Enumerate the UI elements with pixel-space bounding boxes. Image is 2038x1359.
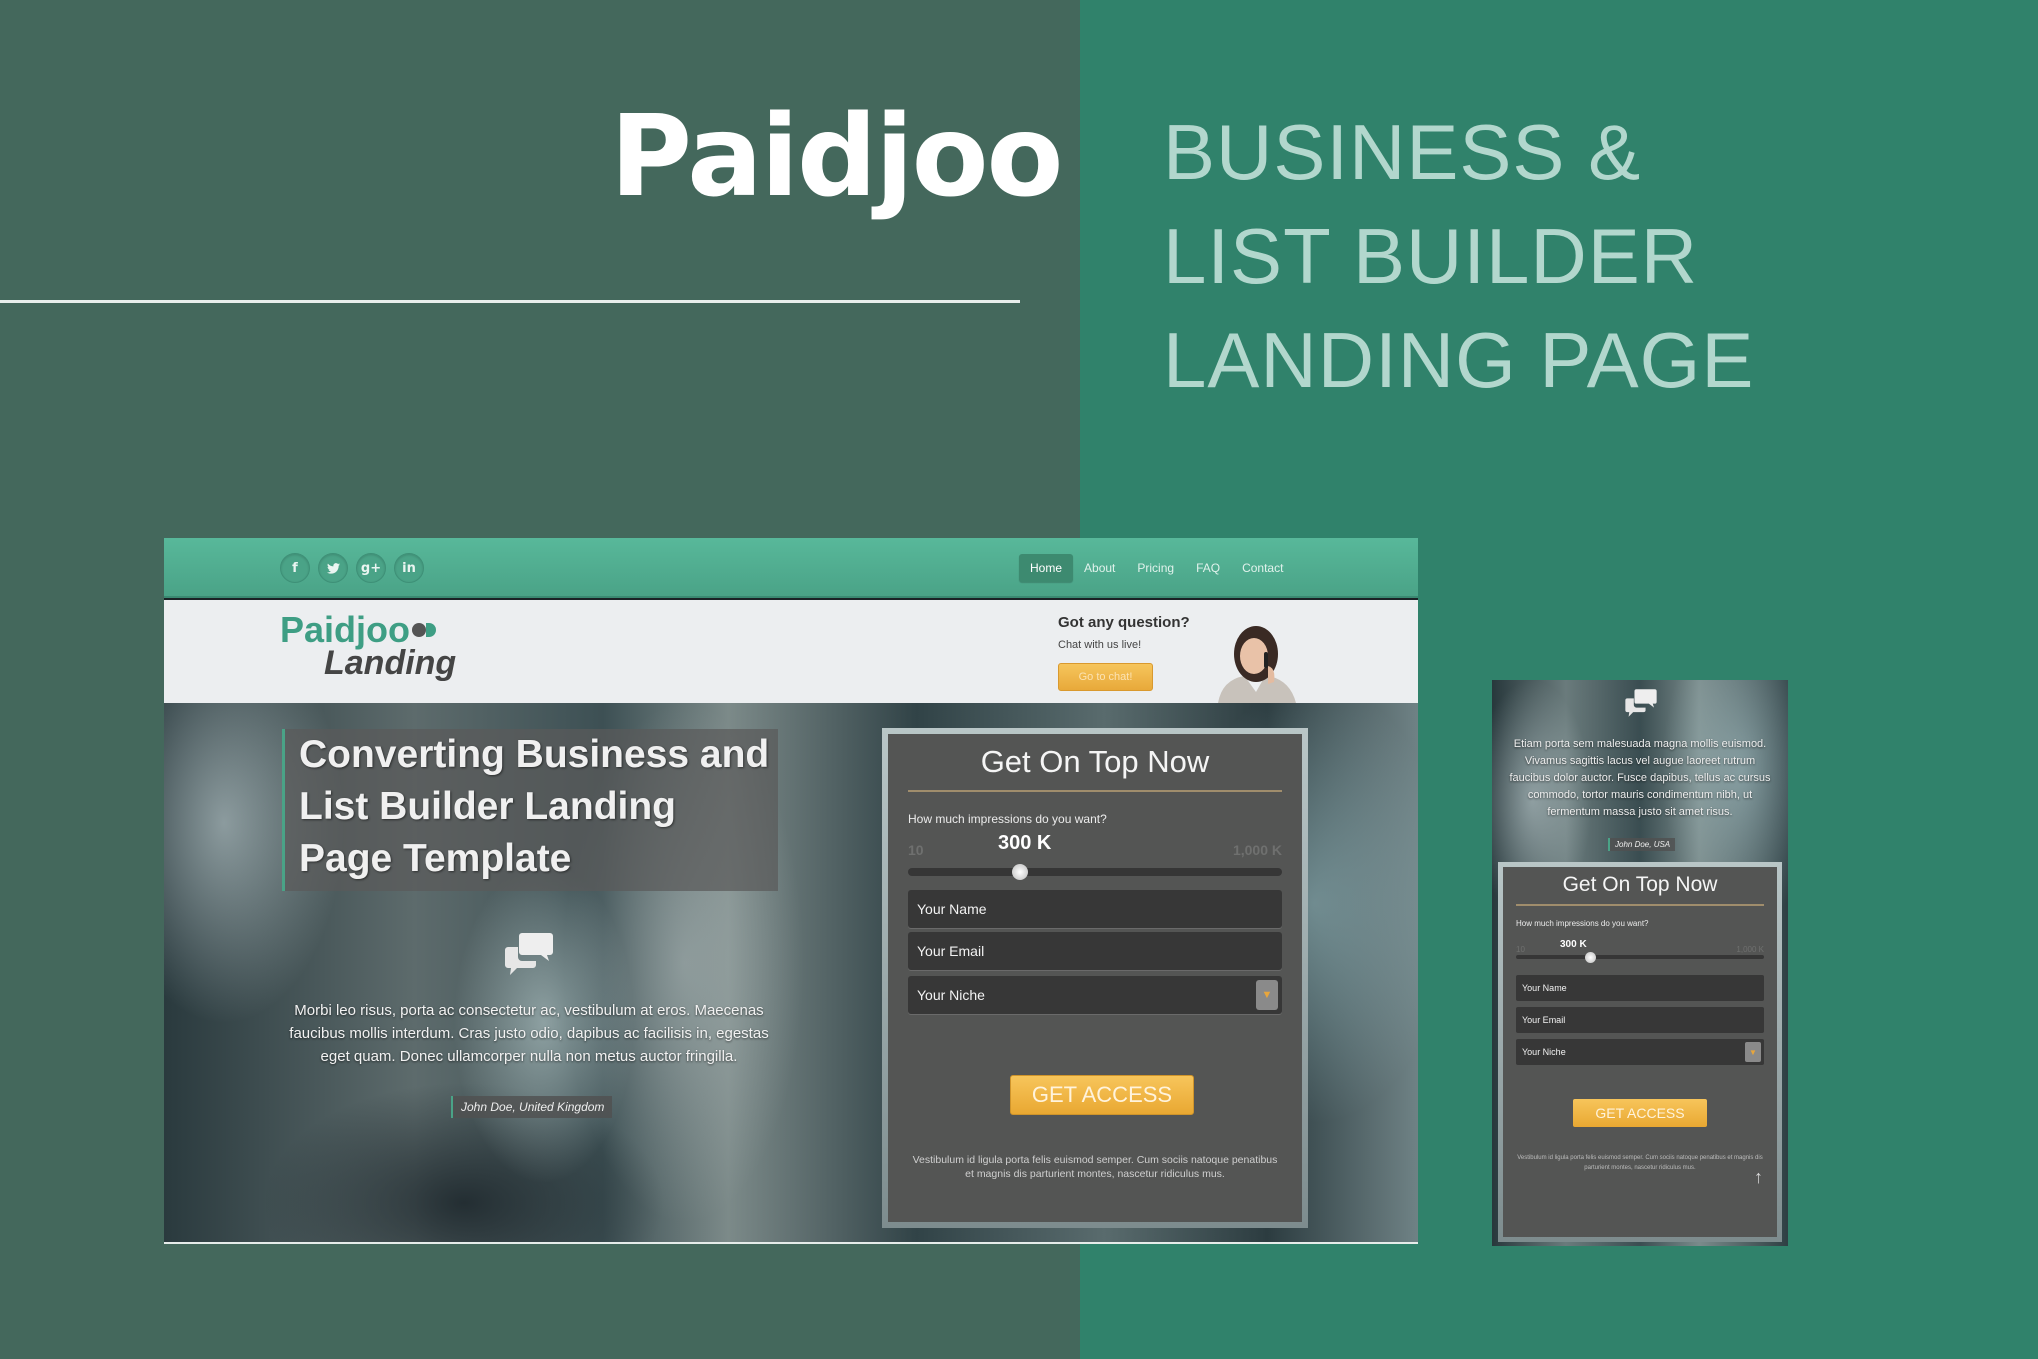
chat-promo-subtitle: Chat with us live! [1058, 639, 1142, 651]
form-title: Get On Top Now [1562, 873, 1718, 896]
range-min-label: 10 [1516, 945, 1525, 954]
niche-select-value: Your Niche [1522, 1047, 1566, 1057]
nav-faq[interactable]: FAQ [1185, 554, 1231, 582]
chat-bubbles-icon [1625, 689, 1657, 717]
form-divider [1516, 904, 1764, 906]
mobile-preview: Etiam porta sem malesuada magna mollis e… [1492, 680, 1788, 1246]
niche-select-value: Your Niche [917, 987, 985, 1003]
impressions-slider[interactable] [1516, 955, 1764, 959]
testimonial-quote: Etiam porta sem malesuada magna mollis e… [1509, 738, 1771, 818]
slider-handle[interactable] [1584, 952, 1596, 963]
signup-form-frame: Get On Top Now How much impressions do y… [882, 728, 1308, 1228]
main-nav: Home About Pricing FAQ Contact [1019, 554, 1294, 582]
get-access-button[interactable]: GET ACCESS [1010, 1075, 1194, 1115]
range-max-label: 1,000 K [1232, 842, 1282, 858]
desktop-preview: f g+ in Home About Pricing FAQ Contact P… [164, 538, 1418, 1244]
twitter-icon[interactable] [318, 553, 348, 583]
tagline-line: LIST BUILDER [1163, 212, 1699, 300]
get-access-button[interactable]: GET ACCESS [1573, 1099, 1707, 1127]
brand-divider [0, 300, 1020, 303]
name-field[interactable]: Your Name [908, 890, 1282, 928]
range-value: 300 K [998, 832, 1052, 854]
tagline-line: LANDING PAGE [1163, 316, 1755, 404]
tagline: BUSINESS & LIST BUILDER LANDING PAGE [1163, 100, 1754, 412]
chat-promo-title: Got any question? [1058, 614, 1190, 631]
chevron-down-icon[interactable]: ▼ [1745, 1042, 1761, 1062]
logo-bottom: Landing [324, 644, 457, 682]
form-footnote: Vestibulum id ligula porta felis euismod… [912, 1154, 1278, 1180]
range-max-label: 1,000 K [1736, 945, 1764, 954]
site-logo[interactable]: Paidjoo Landing [280, 612, 457, 682]
impressions-slider[interactable] [908, 868, 1282, 876]
form-footnote: Vestibulum id ligula porta felis euismod… [1517, 1155, 1763, 1171]
nav-pricing[interactable]: Pricing [1126, 554, 1185, 582]
range-value: 300 K [1560, 939, 1587, 950]
testimonial-quote: Morbi leo risus, porta ac consectetur ac… [289, 1002, 769, 1065]
impressions-label: How much impressions do you want? [908, 812, 1107, 826]
chat-promo: Got any question? Chat with us live! Go … [1058, 614, 1190, 691]
tagline-line: BUSINESS & [1163, 108, 1642, 196]
hero-title-line: Converting Business and [299, 733, 770, 776]
chevron-down-icon[interactable]: ▼ [1256, 980, 1278, 1010]
hero-title-box: Converting Business and List Builder Lan… [282, 729, 778, 891]
testimonial-author: John Doe, United Kingdom [451, 1096, 613, 1118]
hero-title-line: List Builder Landing [299, 785, 676, 828]
chat-bubbles-icon [505, 933, 553, 975]
niche-select[interactable]: Your Niche ▼ [908, 976, 1282, 1014]
testimonial-author: John Doe, USA [1608, 838, 1676, 851]
signup-form: Get On Top Now How much impressions do y… [888, 734, 1302, 1222]
site-header: Paidjoo Landing Got any question? Chat w… [164, 600, 1418, 703]
signup-form: Get On Top Now How much impressions do y… [1503, 867, 1777, 1237]
name-field[interactable]: Your Name [1516, 975, 1764, 1001]
nav-contact[interactable]: Contact [1231, 554, 1294, 582]
facebook-icon[interactable]: f [280, 553, 310, 583]
signup-form-frame: Get On Top Now How much impressions do y… [1498, 862, 1782, 1242]
go-to-chat-button[interactable]: Go to chat! [1058, 663, 1153, 691]
scroll-to-top-icon[interactable]: ↑ [1754, 1167, 1763, 1188]
nav-about[interactable]: About [1073, 554, 1126, 582]
support-agent-image [1218, 626, 1296, 703]
top-nav-bar: f g+ in Home About Pricing FAQ Contact [164, 538, 1418, 598]
logo-word: Paidjoo [280, 609, 411, 650]
form-title: Get On Top Now [980, 744, 1210, 779]
brand-title: Paidjoo [610, 92, 1064, 222]
email-field[interactable]: Your Email [1516, 1007, 1764, 1033]
niche-select[interactable]: Your Niche ▼ [1516, 1039, 1764, 1065]
hero-section: Converting Business and List Builder Lan… [164, 703, 1418, 1242]
email-field[interactable]: Your Email [908, 932, 1282, 970]
nav-home[interactable]: Home [1019, 554, 1074, 582]
logo-dot-icon [412, 623, 427, 637]
form-divider [908, 790, 1282, 792]
logo-top: Paidjoo [280, 612, 456, 648]
hero-title-line: Page Template [299, 837, 572, 880]
linkedin-icon[interactable]: in [394, 553, 424, 583]
logo-half-dot-icon [426, 623, 437, 637]
range-min-label: 10 [908, 842, 924, 858]
impressions-label: How much impressions do you want? [1516, 919, 1649, 928]
slider-handle[interactable] [1012, 864, 1029, 880]
google-plus-icon[interactable]: g+ [356, 553, 386, 583]
